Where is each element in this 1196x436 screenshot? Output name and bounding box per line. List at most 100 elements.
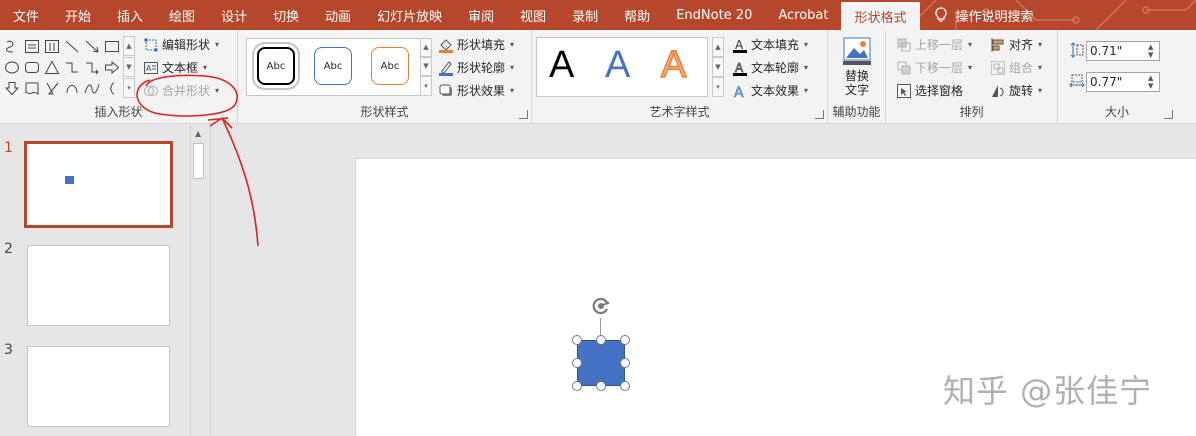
styles-scroll-down[interactable]: ▼ bbox=[420, 57, 432, 76]
merge-shapes-button[interactable]: 合并形状 ▾ bbox=[143, 82, 219, 99]
wave-curve-shape-icon[interactable] bbox=[84, 81, 100, 96]
slide-canvas[interactable]: 知乎 @张佳宁 bbox=[355, 158, 1196, 436]
resize-handle-bottom-right[interactable] bbox=[620, 381, 630, 391]
slide-thumbnail-1[interactable] bbox=[24, 141, 173, 228]
alt-text-label-line1: 替换 bbox=[844, 69, 869, 83]
wordart-scroll-up[interactable]: ▲ bbox=[712, 37, 724, 57]
bring-forward-button[interactable]: 上移一层 ▾ bbox=[896, 36, 972, 53]
scrollbar-thumb[interactable] bbox=[193, 143, 204, 179]
text-fill-button[interactable]: A 文本填充 ▾ bbox=[732, 36, 808, 53]
selection-pane-button[interactable]: 选择窗格 bbox=[896, 82, 963, 99]
group-size: 0.71" ▲ ▼ 0.77" ▲ ▼ 大小 bbox=[1058, 30, 1176, 124]
group-label-size: 大小 bbox=[1104, 105, 1129, 119]
wordart-preset-black[interactable]: A bbox=[549, 44, 574, 87]
wordart-scroll-down[interactable]: ▼ bbox=[712, 57, 724, 77]
text-effects-button[interactable]: A 文本效果 ▾ bbox=[732, 82, 808, 99]
wordart-dialog-launcher[interactable] bbox=[815, 110, 824, 119]
thumbnails-scrollbar[interactable]: ▲ bbox=[190, 125, 206, 436]
gallery-scroll-up[interactable]: ▲ bbox=[123, 36, 135, 56]
shape-style-preset-2[interactable]: Abc bbox=[314, 47, 352, 85]
tab-transitions[interactable]: 切换 bbox=[260, 0, 312, 30]
resize-handle-top-left[interactable] bbox=[572, 335, 582, 345]
shape-effects-label: 形状效果 bbox=[457, 84, 506, 98]
group-accessibility: 替换 文字 辅助功能 bbox=[828, 30, 886, 124]
resize-handle-bottom-left[interactable] bbox=[572, 381, 582, 391]
wordart-preset-orange[interactable]: A bbox=[660, 43, 687, 87]
send-backward-button[interactable]: 下移一层 ▾ bbox=[896, 59, 972, 76]
shape-outline-button[interactable]: 形状轮廓 ▾ bbox=[438, 59, 514, 76]
freeform-scribble-icon[interactable] bbox=[44, 81, 60, 96]
selected-rectangle-shape[interactable] bbox=[577, 340, 625, 386]
vertical-textbox-shape-icon[interactable] bbox=[44, 39, 60, 54]
arrow-line-shape-icon[interactable] bbox=[84, 39, 100, 54]
down-arrow-shape-icon[interactable] bbox=[4, 81, 20, 96]
styles-expand[interactable]: ▾ bbox=[420, 76, 432, 96]
curve-shape-icon[interactable] bbox=[64, 81, 80, 96]
shape-effects-button[interactable]: 形状效果 ▾ bbox=[438, 82, 514, 99]
tab-draw[interactable]: 绘图 bbox=[156, 0, 208, 30]
elbow-connector-icon[interactable] bbox=[64, 60, 80, 75]
rotate-button[interactable]: 旋转 ▾ bbox=[990, 82, 1042, 99]
flowchart-shape-icon[interactable] bbox=[24, 81, 40, 96]
resize-handle-right[interactable] bbox=[620, 358, 630, 368]
shape-width-input[interactable]: 0.77" ▲ ▼ bbox=[1086, 72, 1160, 92]
tab-design[interactable]: 设计 bbox=[208, 0, 260, 30]
group-shape-styles: Abc Abc Abc ▲ ▼ ▾ 形状填充 ▾ 形状轮廓 ▾ 形状效果 ▾ 形状样式 bbox=[238, 30, 532, 124]
scroll-up-arrow[interactable]: ▲ bbox=[195, 129, 201, 138]
pane-divider[interactable] bbox=[210, 125, 211, 436]
line-shape-icon[interactable] bbox=[64, 39, 80, 54]
rectangle-shape-icon[interactable] bbox=[104, 39, 120, 54]
tab-help[interactable]: 帮助 bbox=[611, 0, 663, 30]
tab-file[interactable]: 文件 bbox=[0, 0, 52, 30]
shape-fill-button[interactable]: 形状填充 ▾ bbox=[438, 36, 514, 53]
shape-height-input[interactable]: 0.71" ▲ ▼ bbox=[1086, 41, 1160, 61]
rounded-rectangle-shape-icon[interactable] bbox=[24, 60, 40, 75]
size-dialog-launcher[interactable] bbox=[1164, 110, 1173, 119]
tab-record[interactable]: 录制 bbox=[559, 0, 611, 30]
tab-acrobat[interactable]: Acrobat bbox=[765, 0, 841, 30]
resize-handle-bottom[interactable] bbox=[596, 381, 606, 391]
gallery-expand[interactable]: ▾ bbox=[123, 78, 135, 98]
group-objects-button[interactable]: 组合 ▾ bbox=[990, 59, 1042, 76]
tab-review[interactable]: 审阅 bbox=[455, 0, 507, 30]
triangle-shape-icon[interactable] bbox=[44, 60, 60, 75]
align-icon bbox=[991, 37, 1004, 52]
shapes-gallery[interactable] bbox=[2, 36, 122, 98]
align-button[interactable]: 对齐 ▾ bbox=[990, 36, 1042, 53]
block-arrow-shape-icon[interactable] bbox=[104, 60, 120, 75]
bring-forward-icon bbox=[897, 38, 911, 51]
rotate-handle-icon[interactable] bbox=[590, 295, 612, 317]
wordart-preset-blue[interactable]: A bbox=[605, 44, 630, 87]
resize-handle-top[interactable] bbox=[596, 335, 606, 345]
elbow-arrow-connector-icon[interactable] bbox=[84, 60, 100, 75]
shape-style-preset-1[interactable]: Abc bbox=[252, 42, 300, 90]
tab-endnote[interactable]: EndNote 20 bbox=[663, 0, 765, 30]
tab-animations[interactable]: 动画 bbox=[312, 0, 364, 30]
text-outline-button[interactable]: A 文本轮廓 ▾ bbox=[732, 59, 808, 76]
shape-height-spinner[interactable]: ▲ ▼ bbox=[1148, 43, 1157, 59]
resize-handle-top-right[interactable] bbox=[620, 335, 630, 345]
shape-styles-dialog-launcher[interactable] bbox=[519, 110, 528, 119]
wordart-expand[interactable]: ▾ bbox=[712, 77, 724, 97]
oval-shape-icon[interactable] bbox=[4, 60, 20, 75]
bring-forward-label: 上移一层 bbox=[915, 38, 964, 52]
freeform-shape-icon[interactable] bbox=[4, 39, 20, 54]
edit-shape-button[interactable]: 编辑形状 ▾ bbox=[143, 36, 219, 53]
wordart-styles-gallery[interactable]: A A A bbox=[536, 37, 708, 97]
shape-width-spinner[interactable]: ▲ ▼ bbox=[1148, 74, 1157, 90]
text-box-button[interactable]: A 文本框 ▾ bbox=[143, 59, 207, 76]
resize-handle-left[interactable] bbox=[572, 358, 582, 368]
alt-text-button[interactable]: 替换 文字 bbox=[839, 36, 875, 97]
slide-thumbnail-2[interactable] bbox=[27, 245, 170, 326]
slide-thumbnail-3[interactable] bbox=[27, 346, 170, 427]
brace-shape-icon[interactable] bbox=[104, 81, 120, 96]
shape-styles-gallery[interactable]: Abc Abc Abc bbox=[246, 38, 422, 96]
shape-style-preset-3[interactable]: Abc bbox=[371, 47, 409, 85]
tab-view[interactable]: 视图 bbox=[507, 0, 559, 30]
styles-scroll-up[interactable]: ▲ bbox=[420, 38, 432, 57]
gallery-scroll-down[interactable]: ▼ bbox=[123, 57, 135, 77]
textbox-shape-icon[interactable] bbox=[24, 39, 40, 54]
tab-home[interactable]: 开始 bbox=[52, 0, 104, 30]
tab-insert[interactable]: 插入 bbox=[104, 0, 156, 30]
tab-slideshow[interactable]: 幻灯片放映 bbox=[364, 0, 455, 30]
